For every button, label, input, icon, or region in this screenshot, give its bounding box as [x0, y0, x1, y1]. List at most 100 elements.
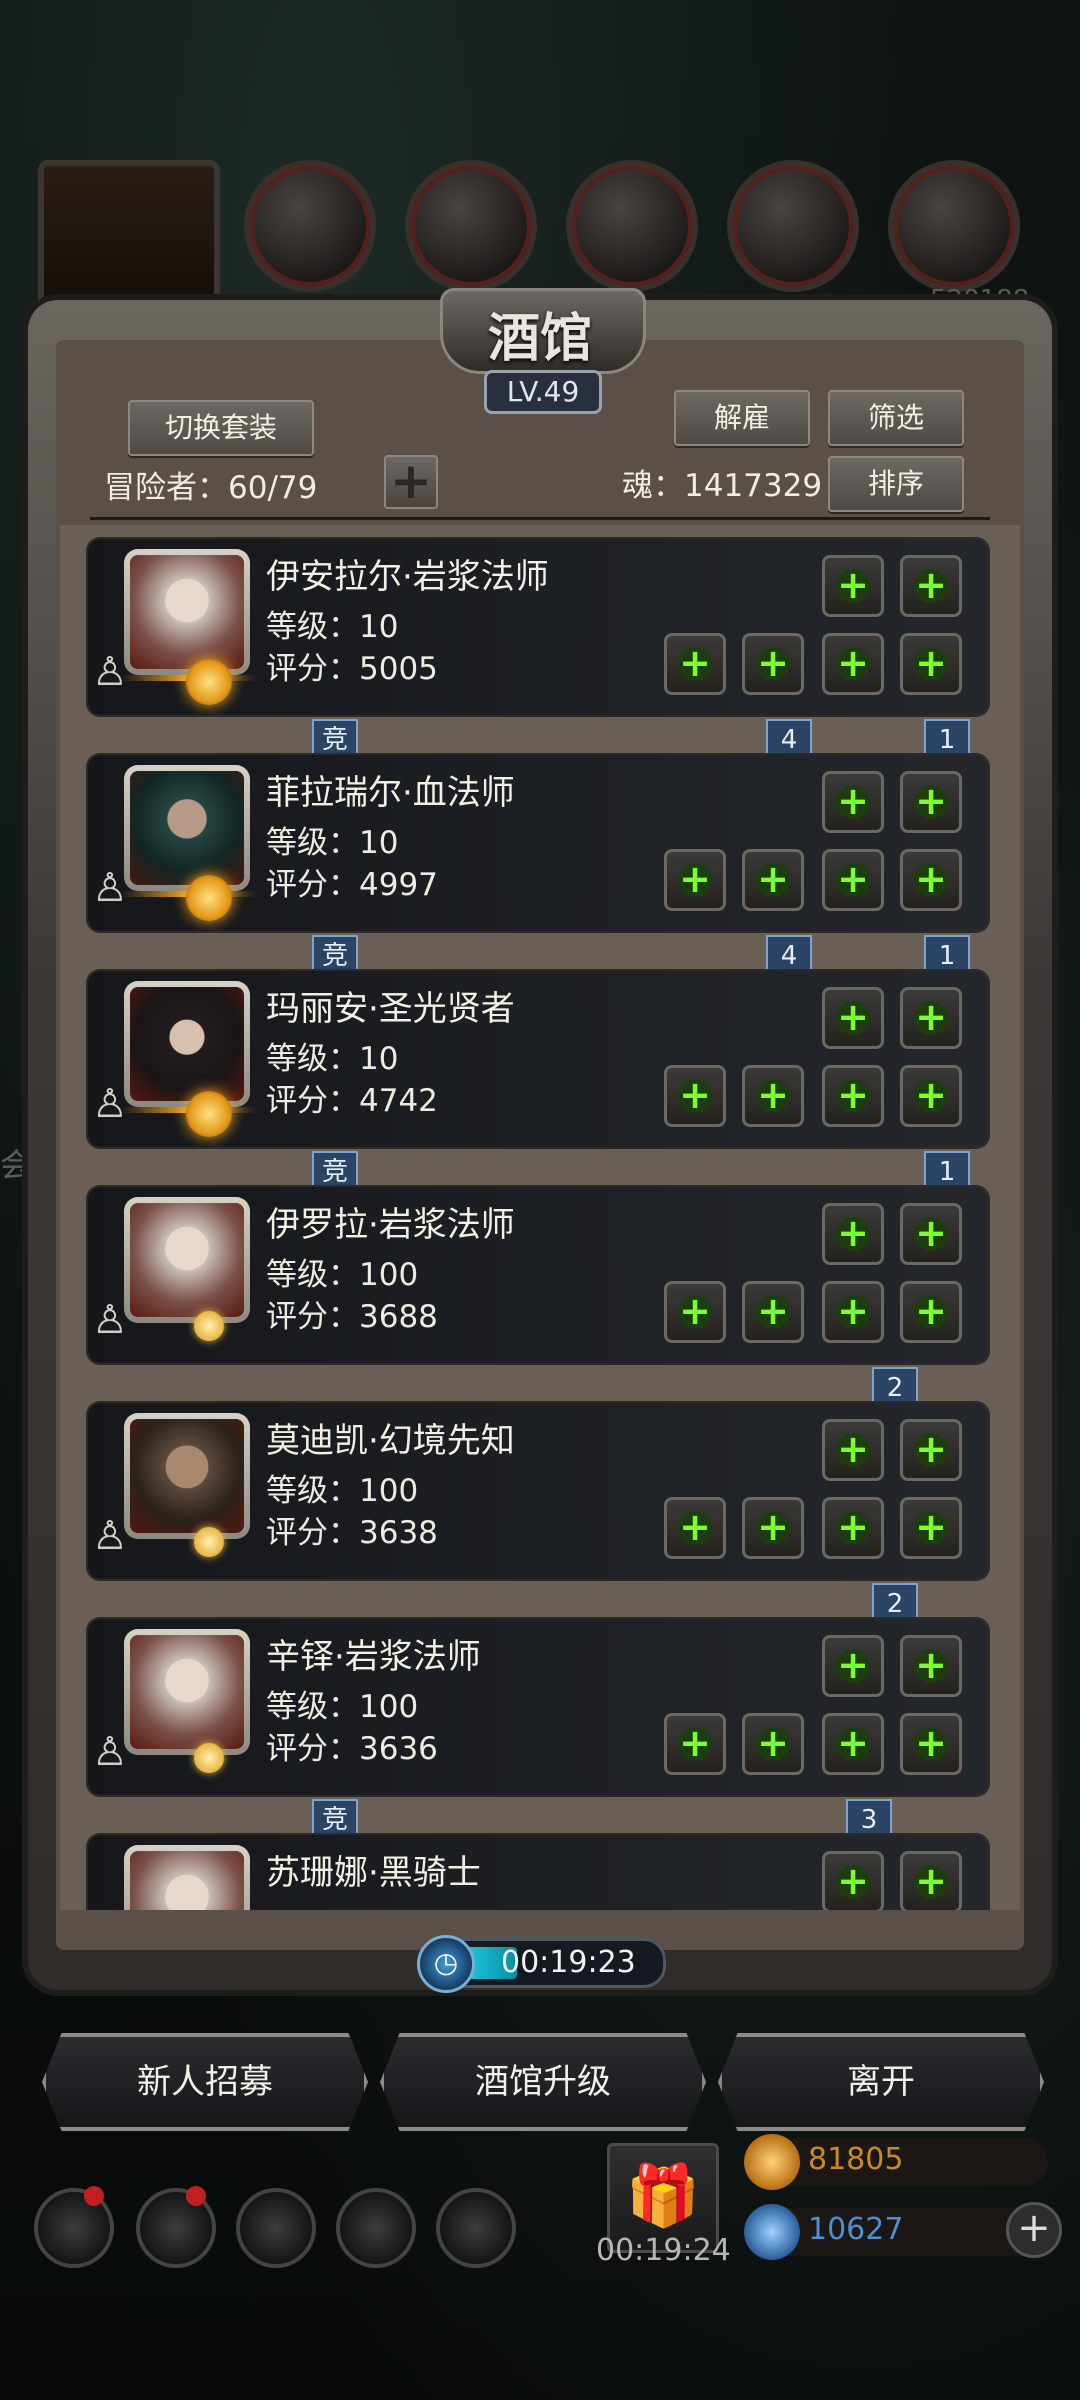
upgrade-tavern-button[interactable]: 酒馆升级	[380, 2033, 706, 2131]
equip-slot[interactable]: +	[742, 849, 804, 911]
gift-timer: 00:19:24	[596, 2233, 731, 2268]
equip-slot[interactable]: +	[900, 849, 962, 911]
equip-slot[interactable]: +	[742, 1065, 804, 1127]
equip-slot[interactable]: +	[822, 1851, 884, 1910]
equip-slot[interactable]: +	[900, 1203, 962, 1265]
hero-score: 评分：3638	[266, 1515, 438, 1551]
hero-card[interactable]: ♙ 菲拉瑞尔·血法师 等级：10 评分：4997 + + + + + + 竞 4…	[88, 755, 988, 985]
hero-card[interactable]: 苏珊娜·黑骑士 + +	[88, 1835, 988, 1910]
figure-icon: ♙	[92, 1297, 128, 1343]
add-icon: +	[836, 1427, 870, 1471]
equip-slot[interactable]: +	[664, 849, 726, 911]
equip-slot[interactable]: +	[822, 555, 884, 617]
equip-slot[interactable]: +	[900, 555, 962, 617]
expand-capacity-button[interactable]: +	[384, 455, 438, 509]
equip-slot[interactable]: +	[822, 1497, 884, 1559]
switch-outfit-button[interactable]: 切换套装	[128, 400, 314, 456]
equip-slot[interactable]: +	[742, 633, 804, 695]
hero-score: 评分：4997	[266, 867, 438, 903]
equip-slot[interactable]: +	[900, 1419, 962, 1481]
equip-slot[interactable]: +	[822, 1281, 884, 1343]
equip-slot[interactable]: +	[742, 1497, 804, 1559]
add-icon: +	[914, 1859, 948, 1903]
hero-portrait[interactable]	[124, 1413, 250, 1539]
hero-portrait[interactable]	[124, 1845, 250, 1910]
leave-button[interactable]: 离开	[718, 2033, 1044, 2131]
sun-medal-icon	[186, 659, 232, 705]
add-icon: +	[678, 857, 712, 901]
equip-slot[interactable]: +	[742, 1281, 804, 1343]
add-icon: +	[836, 1643, 870, 1687]
equip-slot[interactable]: +	[822, 771, 884, 833]
figure-icon: ♙	[92, 1729, 128, 1775]
hero-portrait[interactable]	[124, 1629, 250, 1755]
equip-slot[interactable]: +	[664, 1281, 726, 1343]
crystal-resource-icon	[727, 160, 859, 292]
equip-slot[interactable]: +	[900, 1065, 962, 1127]
add-icon: +	[836, 1505, 870, 1549]
add-icon: +	[914, 563, 948, 607]
map-icon[interactable]	[236, 2188, 316, 2268]
clock-icon: ◷	[417, 1935, 475, 1993]
equip-slot[interactable]: +	[822, 1713, 884, 1775]
equip-slot[interactable]: +	[900, 1851, 962, 1910]
panel-title: 酒馆	[487, 308, 592, 369]
equip-slot[interactable]: +	[822, 633, 884, 695]
hero-portrait[interactable]	[124, 549, 250, 675]
moon-medal-icon	[194, 1311, 224, 1341]
figure-icon: ♙	[92, 649, 128, 695]
tavern-timer: ◷ 00:19:23	[417, 1935, 666, 1993]
equip-slot[interactable]: +	[900, 633, 962, 695]
hero-level: 等级：10	[266, 609, 399, 645]
equip-slot[interactable]: +	[822, 849, 884, 911]
gold-amount: 81805	[808, 2142, 904, 2177]
recruit-button[interactable]: 新人招募	[42, 2033, 368, 2131]
equip-slot[interactable]: +	[822, 1635, 884, 1697]
equip-slot[interactable]: +	[900, 1635, 962, 1697]
figure-icon: ♙	[92, 1513, 128, 1559]
equip-slot[interactable]: +	[822, 1065, 884, 1127]
hero-portrait[interactable]	[124, 981, 250, 1107]
equip-slot[interactable]: +	[664, 633, 726, 695]
mail-icon[interactable]	[336, 2188, 416, 2268]
equip-slot[interactable]: +	[900, 1497, 962, 1559]
equip-slot[interactable]: +	[822, 987, 884, 1049]
tavern-level-badge: LV.49	[484, 370, 602, 414]
add-icon: +	[914, 1427, 948, 1471]
equip-slot[interactable]: +	[900, 987, 962, 1049]
filter-button[interactable]: 筛选	[828, 390, 964, 446]
hero-card[interactable]: ♙ 伊安拉尔·岩浆法师 等级：10 评分：5005 + + + + + + 竞 …	[88, 539, 988, 769]
add-icon: +	[756, 641, 790, 685]
equip-slot[interactable]: +	[900, 1713, 962, 1775]
add-icon: +	[678, 1505, 712, 1549]
hero-card[interactable]: ♙ 辛铎·岩浆法师 等级：100 评分：3636 + + + + + + 竞 3	[88, 1619, 988, 1849]
hero-score: 评分：3688	[266, 1299, 438, 1335]
hero-portrait[interactable]	[124, 1197, 250, 1323]
equip-slot[interactable]: +	[742, 1713, 804, 1775]
hero-list[interactable]: ♙ 伊安拉尔·岩浆法师 等级：10 评分：5005 + + + + + + 竞 …	[60, 525, 1020, 1910]
hero-card[interactable]: ♙ 莫迪凯·幻境先知 等级：100 评分：3638 + + + + + + 2	[88, 1403, 988, 1633]
figure-icon: ♙	[92, 865, 128, 911]
equip-slot[interactable]: +	[822, 1203, 884, 1265]
timer-text: 00:19:23	[501, 1945, 636, 1980]
add-icon: +	[678, 1721, 712, 1765]
equip-slot[interactable]: +	[822, 1419, 884, 1481]
add-icon: +	[836, 1721, 870, 1765]
add-icon: +	[836, 857, 870, 901]
add-currency-button[interactable]: +	[1006, 2202, 1062, 2258]
equip-slot[interactable]: +	[664, 1713, 726, 1775]
header-divider	[90, 517, 990, 520]
equip-slot[interactable]: +	[664, 1065, 726, 1127]
hero-card[interactable]: ♙ 玛丽安·圣光贤者 等级：10 评分：4742 + + + + + + 竞 1	[88, 971, 988, 1201]
add-icon: +	[836, 563, 870, 607]
hero-portrait[interactable]	[124, 765, 250, 891]
hero-score: 评分：5005	[266, 651, 438, 687]
add-icon: +	[836, 1211, 870, 1255]
hero-card[interactable]: ♙ 伊罗拉·岩浆法师 等级：100 评分：3688 + + + + + + 2	[88, 1187, 988, 1417]
chat-icon[interactable]	[436, 2188, 516, 2268]
sort-button[interactable]: 排序	[828, 456, 964, 512]
dismiss-button[interactable]: 解雇	[674, 390, 810, 446]
equip-slot[interactable]: +	[900, 771, 962, 833]
equip-slot[interactable]: +	[900, 1281, 962, 1343]
equip-slot[interactable]: +	[664, 1497, 726, 1559]
